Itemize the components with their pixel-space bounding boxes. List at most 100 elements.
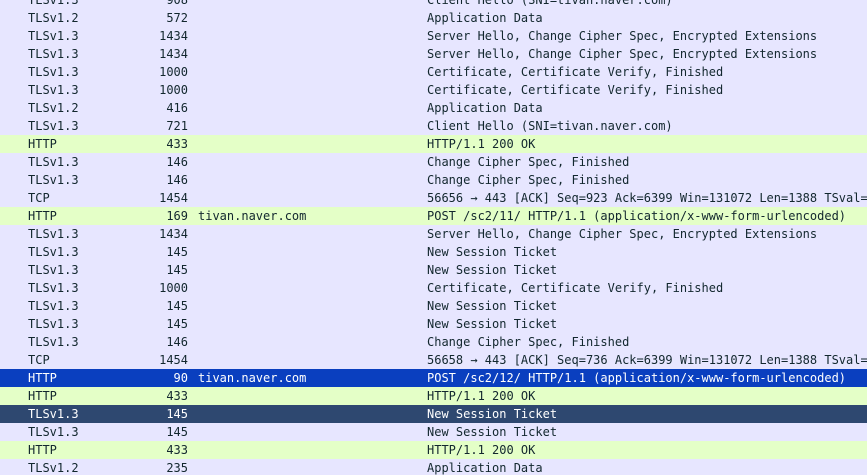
host-cell: [198, 153, 418, 171]
protocol-cell: TLSv1.3: [28, 317, 79, 331]
packet-row[interactable]: TLSv1.3 1434 Server Hello, Change Cipher S…: [0, 45, 867, 63]
info-cell: Application Data: [427, 11, 543, 25]
packet-row[interactable]: TLSv1.3 1000 Certificate, Certificate Veri…: [0, 63, 867, 81]
info-cell: Certificate, Certificate Verify, Finishe…: [427, 281, 724, 295]
length-cell: 145: [166, 263, 188, 277]
packet-row[interactable]: TLSv1.3 145 New Session Ticket: [0, 405, 867, 423]
host-cell: [198, 45, 418, 63]
info-cell: Application Data: [427, 461, 543, 475]
info-cell: Application Data: [427, 101, 543, 115]
packet-row[interactable]: TLSv1.3 1434 Server Hello, Change Cipher S…: [0, 225, 867, 243]
host-cell: [198, 117, 418, 135]
length-cell: 145: [166, 407, 188, 421]
length-cell: 90: [173, 371, 188, 385]
packet-row[interactable]: TLSv1.3 1000 Certificate, Certificate Veri…: [0, 279, 867, 297]
info-cell: 56658 → 443 [ACK] Seq=736 Ack=6399 Win=1…: [427, 353, 867, 367]
length-cell: 235: [166, 461, 188, 475]
info-cell: New Session Ticket: [427, 263, 558, 277]
length-cell: 1434: [159, 29, 188, 43]
packet-row[interactable]: TLSv1.3 146 Change Cipher Spec, Finished: [0, 153, 867, 171]
host-cell: [198, 243, 418, 261]
packet-row[interactable]: TLSv1.2 416 Application Data: [0, 99, 867, 117]
length-cell: 721: [166, 119, 188, 133]
packet-row[interactable]: TLSv1.3 145 New Session Ticket: [0, 297, 867, 315]
info-cell: HTTP/1.1 200 OK: [427, 389, 536, 403]
host-cell: [198, 441, 418, 459]
packet-row[interactable]: TLSv1.3 721 Client Hello (SNI=tivan.naver.…: [0, 117, 867, 135]
host-cell: tivan.naver.com: [198, 371, 307, 385]
host-cell: [198, 351, 418, 369]
packet-row[interactable]: TLSv1.3 145 New Session Ticket: [0, 423, 867, 441]
length-cell: 1000: [159, 281, 188, 295]
info-cell: Server Hello, Change Cipher Spec, Encryp…: [427, 29, 818, 43]
length-cell: 433: [166, 137, 188, 151]
length-cell: 146: [166, 155, 188, 169]
packet-row[interactable]: TLSv1.3 145 New Session Ticket: [0, 243, 867, 261]
info-cell: HTTP/1.1 200 OK: [427, 137, 536, 151]
packet-row[interactable]: TLSv1.3 146 Change Cipher Spec, Finished: [0, 171, 867, 189]
packet-row[interactable]: HTTP 433 HTTP/1.1 200 OK: [0, 441, 867, 459]
length-cell: 1000: [159, 65, 188, 79]
host-cell: [198, 225, 418, 243]
packet-row[interactable]: TLSv1.3 145 New Session Ticket: [0, 315, 867, 333]
protocol-cell: TLSv1.3: [28, 83, 79, 97]
length-cell: 146: [166, 173, 188, 187]
length-cell: 146: [166, 335, 188, 349]
packet-row[interactable]: TLSv1.2 572 Application Data: [0, 9, 867, 27]
host-cell: tivan.naver.com: [198, 209, 307, 223]
info-cell: Certificate, Certificate Verify, Finishe…: [427, 65, 724, 79]
protocol-cell: TLSv1.3: [28, 173, 79, 187]
info-cell: Client Hello (SNI=tivan.naver.com): [427, 119, 673, 133]
host-cell: [198, 297, 418, 315]
info-cell: Change Cipher Spec, Finished: [427, 173, 630, 187]
info-cell: 56656 → 443 [ACK] Seq=923 Ack=6399 Win=1…: [427, 191, 867, 205]
host-cell: [198, 279, 418, 297]
protocol-cell: TLSv1.3: [28, 227, 79, 241]
packet-list[interactable]: TLSv1.3 908 Client Hello (SNI=tivan.naver.…: [0, 0, 867, 475]
info-cell: New Session Ticket: [427, 407, 558, 421]
length-cell: 416: [166, 101, 188, 115]
packet-row[interactable]: TLSv1.3 145 New Session Ticket: [0, 261, 867, 279]
host-cell: [198, 387, 418, 405]
length-cell: 145: [166, 245, 188, 259]
info-cell: Server Hello, Change Cipher Spec, Encryp…: [427, 227, 818, 241]
packet-row[interactable]: HTTP 433 HTTP/1.1 200 OK: [0, 135, 867, 153]
packet-row[interactable]: HTTP 433 HTTP/1.1 200 OK: [0, 387, 867, 405]
length-cell: 908: [166, 0, 188, 7]
protocol-cell: TLSv1.3: [28, 407, 79, 421]
length-cell: 145: [166, 299, 188, 313]
protocol-cell: TLSv1.3: [28, 263, 79, 277]
packet-row[interactable]: TLSv1.3 146 Change Cipher Spec, Finished: [0, 333, 867, 351]
info-cell: New Session Ticket: [427, 425, 558, 439]
length-cell: 433: [166, 389, 188, 403]
protocol-cell: TLSv1.3: [28, 299, 79, 313]
host-cell: [198, 189, 418, 207]
host-cell: [198, 261, 418, 279]
protocol-cell: HTTP: [28, 371, 57, 385]
protocol-cell: HTTP: [28, 209, 57, 223]
host-cell: [198, 81, 418, 99]
host-cell: [198, 171, 418, 189]
protocol-cell: TLSv1.3: [28, 281, 79, 295]
packet-row[interactable]: TCP 1454 56656 → 443 [ACK] Seq=923 Ack=639…: [0, 189, 867, 207]
protocol-cell: TLSv1.3: [28, 155, 79, 169]
host-cell: [198, 333, 418, 351]
packet-row[interactable]: HTTP 169 tivan.naver.com POST /sc2/11/ HTTP…: [0, 207, 867, 225]
packet-row[interactable]: TLSv1.3 1000 Certificate, Certificate Veri…: [0, 81, 867, 99]
info-cell: HTTP/1.1 200 OK: [427, 443, 536, 457]
packet-row[interactable]: HTTP 90 tivan.naver.com POST /sc2/12/ HTTP/…: [0, 369, 867, 387]
protocol-cell: TLSv1.3: [28, 65, 79, 79]
packet-row[interactable]: TCP 1454 56658 → 443 [ACK] Seq=736 Ack=639…: [0, 351, 867, 369]
length-cell: 1454: [159, 191, 188, 205]
protocol-cell: HTTP: [28, 389, 57, 403]
protocol-cell: TLSv1.3: [28, 245, 79, 259]
host-cell: [198, 63, 418, 81]
host-cell: [198, 459, 418, 475]
protocol-cell: HTTP: [28, 443, 57, 457]
protocol-cell: TLSv1.3: [28, 119, 79, 133]
info-cell: Server Hello, Change Cipher Spec, Encryp…: [427, 47, 818, 61]
packet-row[interactable]: TLSv1.2 235 Application Data: [0, 459, 867, 475]
packet-row[interactable]: TLSv1.3 1434 Server Hello, Change Cipher S…: [0, 27, 867, 45]
info-cell: Certificate, Certificate Verify, Finishe…: [427, 83, 724, 97]
packet-row[interactable]: TLSv1.3 908 Client Hello (SNI=tivan.naver.…: [0, 0, 867, 9]
